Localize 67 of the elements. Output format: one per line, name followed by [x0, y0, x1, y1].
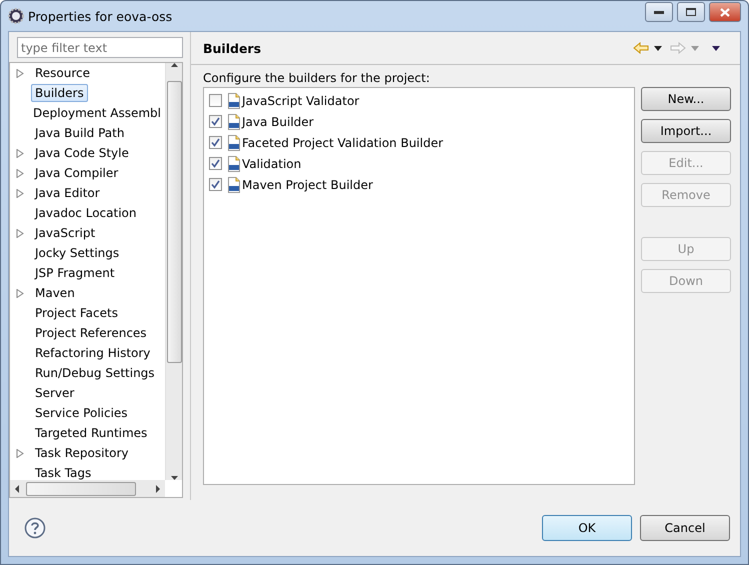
expand-triangle-icon[interactable] [16, 168, 24, 178]
tree-item[interactable]: Javadoc Location [31, 204, 140, 222]
checkbox[interactable] [209, 94, 222, 107]
builder-label: Java Builder [242, 114, 314, 128]
tree-item[interactable]: Java Editor [31, 184, 104, 202]
gear-icon [8, 8, 24, 24]
checkbox[interactable] [209, 115, 222, 128]
builder-label: Validation [242, 156, 302, 170]
tree-item[interactable]: Maven [31, 284, 79, 302]
tree-item[interactable]: Java Code Style [31, 144, 133, 162]
description-text: Configure the builders for the project: [203, 71, 431, 87]
ok-button[interactable]: OK [542, 515, 632, 541]
tree-item[interactable]: Server [31, 384, 78, 402]
binary-file-icon [227, 176, 241, 192]
expand-triangle-icon[interactable] [16, 188, 24, 198]
expand-triangle-icon[interactable] [16, 68, 24, 78]
tree-item[interactable]: Run/Debug Settings [31, 364, 159, 382]
binary-file-icon [227, 134, 241, 150]
binary-file-icon [227, 92, 241, 108]
minimize-icon [654, 10, 664, 14]
tree-item[interactable]: Java Compiler [31, 164, 122, 182]
tree-item[interactable]: Project References [31, 324, 151, 342]
caret-icon[interactable] [712, 46, 720, 50]
tree-item[interactable]: Task Repository [31, 444, 133, 462]
tree-item[interactable]: Refactoring History [31, 344, 154, 362]
binary-file-icon [227, 114, 241, 130]
tree-item[interactable]: Deployment Assembl [29, 104, 165, 122]
expand-triangle-icon[interactable] [16, 448, 24, 458]
horizontal-scrollbar[interactable] [10, 480, 165, 497]
maximize-icon [686, 8, 696, 16]
expand-triangle-icon[interactable] [16, 288, 24, 298]
checkbox[interactable] [209, 157, 222, 170]
binary-file-icon [227, 156, 241, 172]
tree-item[interactable]: Java Build Path [31, 124, 128, 142]
builder-label: JavaScript Validator [242, 94, 360, 108]
close-icon [720, 8, 730, 16]
filter-field[interactable]: type filter text [17, 37, 183, 58]
tree-item[interactable]: Resource [31, 64, 94, 82]
tree-item[interactable]: Jocky Settings [31, 244, 124, 262]
cancel-button[interactable]: Cancel [640, 515, 730, 541]
scroll-down-icon[interactable] [170, 476, 178, 480]
tree-item[interactable]: JavaScript [31, 224, 100, 242]
checkbox[interactable] [209, 136, 222, 149]
tree-item[interactable]: Task Tags [31, 464, 96, 480]
expand-triangle-icon[interactable] [16, 148, 24, 158]
tree-item[interactable]: Project Facets [31, 304, 122, 322]
close-button[interactable] [709, 2, 741, 22]
vertical-scrollbar[interactable] [165, 63, 182, 480]
side-button[interactable]: New... [641, 87, 731, 111]
tree-item[interactable]: JSP Fragment [31, 264, 119, 282]
side-button[interactable]: Import... [641, 119, 731, 143]
scroll-up-icon[interactable] [170, 63, 178, 67]
expand-triangle-icon[interactable] [16, 228, 24, 238]
tree-item[interactable]: Service Policies [31, 404, 132, 422]
scroll-right-icon[interactable] [155, 484, 161, 492]
tree-item[interactable]: Builders [31, 84, 88, 102]
caret-icon[interactable] [654, 46, 662, 50]
builder-label: Faceted Project Validation Builder [242, 136, 444, 150]
maximize-button[interactable] [677, 2, 705, 22]
page-title: Builders [203, 40, 262, 56]
help-icon[interactable] [24, 517, 46, 539]
tree-item[interactable]: Targeted Runtimes [31, 424, 152, 442]
checkbox[interactable] [209, 178, 222, 191]
window-title: Properties for eova-oss [28, 8, 174, 24]
scroll-left-icon[interactable] [14, 484, 20, 492]
minimize-button[interactable] [645, 2, 673, 22]
builder-label: Maven Project Builder [242, 178, 373, 192]
